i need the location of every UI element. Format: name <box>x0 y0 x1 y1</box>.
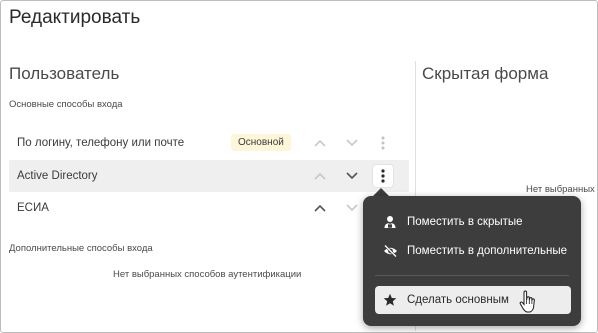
menu-item-label: Поместить в дополнительные <box>407 245 567 257</box>
hand-cursor-icon <box>519 290 535 313</box>
chevron-up-icon <box>314 172 326 180</box>
chevron-up-icon <box>314 204 326 212</box>
move-up-button[interactable] <box>310 160 330 192</box>
chevron-down-icon <box>346 204 358 212</box>
menu-separator <box>375 275 569 276</box>
additional-empty-message: Нет выбранных способов аутентификации <box>113 269 302 280</box>
page-title: Редактировать <box>9 7 141 28</box>
more-options-active[interactable] <box>373 165 393 187</box>
hidden-empty-message: Нет выбранных <box>526 184 595 195</box>
chevron-down-icon <box>346 139 358 147</box>
menu-item-label: Поместить в скрытые <box>407 216 523 228</box>
primary-badge: Основной <box>231 134 291 151</box>
menu-caret <box>373 188 389 196</box>
more-vertical-icon <box>381 136 385 150</box>
move-up-button[interactable] <box>310 192 330 224</box>
star-icon <box>382 292 398 308</box>
move-up-button[interactable] <box>310 127 330 159</box>
move-down-button[interactable] <box>342 160 362 192</box>
additional-methods-label: Дополнительные способы входа <box>9 243 153 254</box>
auth-method-label: Active Directory <box>17 170 98 182</box>
user-hide-icon <box>382 214 398 230</box>
menu-item-move-to-additional[interactable]: Поместить в дополнительные <box>375 237 571 265</box>
auth-method-row-esia[interactable]: ЕСИА <box>9 192 409 224</box>
more-vertical-icon <box>381 169 385 183</box>
context-menu: Поместить в скрытые Поместить в дополнит… <box>363 196 581 326</box>
menu-item-move-to-hidden[interactable]: Поместить в скрытые <box>375 208 571 236</box>
menu-item-make-primary[interactable]: Сделать основным <box>375 286 571 314</box>
menu-item-label: Сделать основным <box>407 294 509 306</box>
move-down-button[interactable] <box>342 127 362 159</box>
move-down-button[interactable] <box>342 192 362 224</box>
auth-method-label: ЕСИА <box>17 202 49 214</box>
primary-methods-label: Основные способы входа <box>9 99 123 110</box>
auth-method-row-login[interactable]: По логину, телефону или почте Основной <box>9 127 409 159</box>
hidden-section-title: Скрытая форма <box>422 64 549 83</box>
chevron-down-icon <box>346 172 358 180</box>
chevron-up-icon <box>314 139 326 147</box>
more-options-button[interactable] <box>373 127 393 159</box>
user-section-title: Пользователь <box>9 64 120 83</box>
auth-method-label: По логину, телефону или почте <box>17 137 185 149</box>
auth-method-row-active-directory[interactable]: Active Directory <box>9 160 409 192</box>
eye-off-icon <box>382 243 398 259</box>
